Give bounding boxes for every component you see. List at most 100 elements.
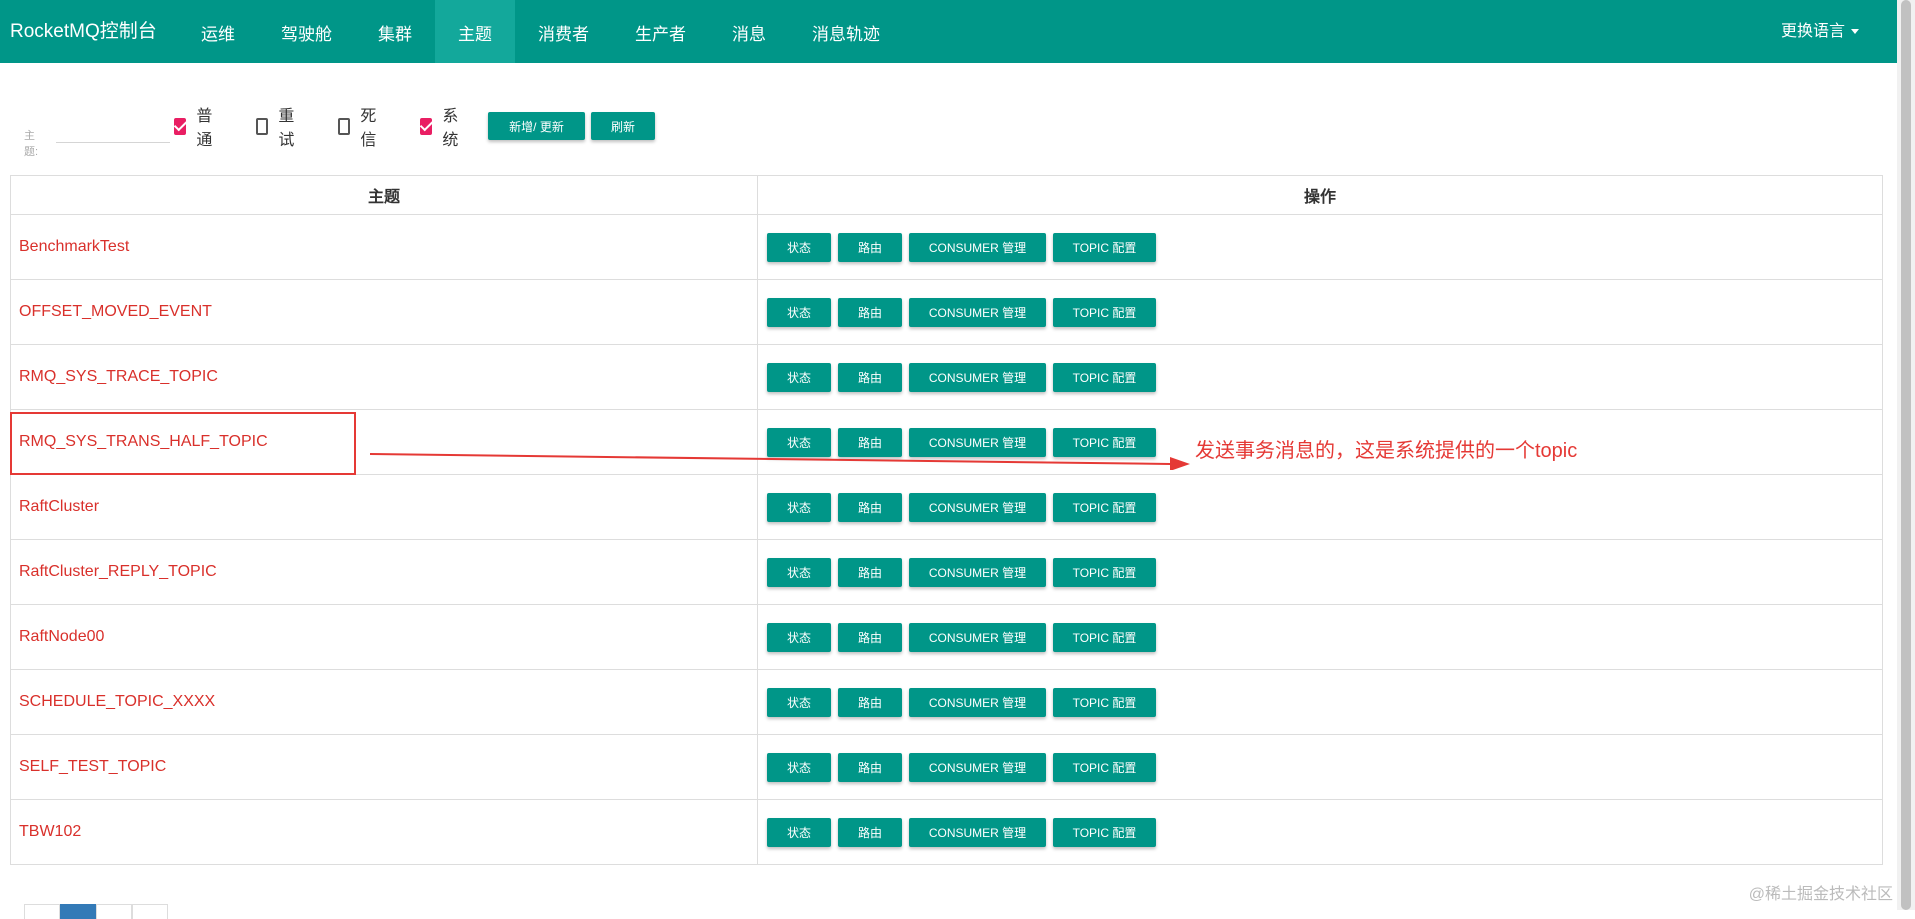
operation-buttons: 状态 路由 CONSUMER 管理 TOPIC 配置 xyxy=(758,752,1882,782)
consumer-manage-button[interactable]: CONSUMER 管理 xyxy=(909,687,1046,717)
topic-config-button[interactable]: TOPIC 配置 xyxy=(1053,622,1156,652)
topic-name-link[interactable]: SELF_TEST_TOPIC xyxy=(10,734,758,800)
nav-item[interactable]: 消息轨迹 xyxy=(789,0,903,63)
topic-name-link[interactable]: RMQ_SYS_TRACE_TOPIC xyxy=(10,344,758,410)
topic-config-button[interactable]: TOPIC 配置 xyxy=(1053,297,1156,327)
operation-column-header: 操作 xyxy=(757,175,1883,215)
status-button[interactable]: 状态 xyxy=(767,297,831,327)
checkbox-retry[interactable]: 重试 xyxy=(256,108,299,149)
topic-name-link[interactable]: RaftNode00 xyxy=(10,604,758,670)
checkbox-system[interactable]: 系统 xyxy=(420,108,463,149)
consumer-manage-button[interactable]: CONSUMER 管理 xyxy=(909,752,1046,782)
topic-filter-label: 主题: xyxy=(24,130,39,158)
topic-config-button[interactable]: TOPIC 配置 xyxy=(1053,752,1156,782)
scrollbar-thumb[interactable] xyxy=(1901,0,1911,910)
table-row: SCHEDULE_TOPIC_XXXX 状态 路由 CONSUMER 管理 TOPIC … xyxy=(10,669,1883,735)
status-button[interactable]: 状态 xyxy=(767,557,831,587)
topic-config-button[interactable]: TOPIC 配置 xyxy=(1053,557,1156,587)
operations-cell: 状态 路由 CONSUMER 管理 TOPIC 配置 xyxy=(757,214,1883,280)
checkbox-normal-box[interactable] xyxy=(174,117,187,135)
status-button[interactable]: 状态 xyxy=(767,492,831,522)
topic-name-link[interactable]: RaftCluster_REPLY_TOPIC xyxy=(10,539,758,605)
checkbox-system-label: 系统 xyxy=(442,108,459,149)
topic-name-link[interactable]: BenchmarkTest xyxy=(10,214,758,280)
nav-item[interactable]: 集群 xyxy=(355,0,435,63)
language-dropdown[interactable]: 更换语言 xyxy=(1781,0,1859,63)
route-button[interactable]: 路由 xyxy=(838,687,902,717)
vertical-scrollbar[interactable] xyxy=(1897,0,1915,910)
checkbox-dlq-box[interactable] xyxy=(338,117,351,135)
pagination-page[interactable] xyxy=(96,904,132,919)
route-button[interactable]: 路由 xyxy=(838,362,902,392)
table-row: RaftNode00 状态 路由 CONSUMER 管理 TOPIC 配置 xyxy=(10,604,1883,670)
checkbox-retry-box[interactable] xyxy=(256,117,269,135)
status-button[interactable]: 状态 xyxy=(767,687,831,717)
route-button[interactable]: 路由 xyxy=(838,557,902,587)
route-button[interactable]: 路由 xyxy=(838,232,902,262)
consumer-manage-button[interactable]: CONSUMER 管理 xyxy=(909,492,1046,522)
route-button[interactable]: 路由 xyxy=(838,752,902,782)
checkbox-system-box[interactable] xyxy=(420,117,433,135)
nav-item[interactable]: 运维 xyxy=(178,0,258,63)
operations-cell: 状态 路由 CONSUMER 管理 TOPIC 配置 xyxy=(757,539,1883,605)
table-row: RMQ_SYS_TRACE_TOPIC 状态 路由 CONSUMER 管理 TOPIC … xyxy=(10,344,1883,410)
consumer-manage-button[interactable]: CONSUMER 管理 xyxy=(909,362,1046,392)
status-button[interactable]: 状态 xyxy=(767,362,831,392)
nav-item[interactable]: 生产者 xyxy=(612,0,709,63)
topic-name-link[interactable]: RaftCluster xyxy=(10,474,758,540)
checkbox-normal-label: 普通 xyxy=(196,108,213,149)
status-button[interactable]: 状态 xyxy=(767,752,831,782)
table-header-row: 主题 操作 xyxy=(10,175,1883,215)
language-label: 更换语言 xyxy=(1780,23,1845,40)
status-button[interactable]: 状态 xyxy=(767,232,831,262)
add-update-button[interactable]: 新增/ 更新 xyxy=(488,112,585,140)
checkbox-normal[interactable]: 普通 xyxy=(174,108,217,149)
annotation-arrow-icon xyxy=(370,453,1190,470)
table-row: RaftCluster_REPLY_TOPIC 状态 路由 CONSUMER 管理 TO… xyxy=(10,539,1883,605)
operations-cell: 状态 路由 CONSUMER 管理 TOPIC 配置 xyxy=(757,344,1883,410)
consumer-manage-button[interactable]: CONSUMER 管理 xyxy=(909,557,1046,587)
table-row: BenchmarkTest 状态 路由 CONSUMER 管理 TOPIC 配置 xyxy=(10,214,1883,280)
refresh-button[interactable]: 刷新 xyxy=(591,112,655,140)
topic-table: 主题 操作 BenchmarkTest 状态 路由 CONSUMER 管理 TOPIC … xyxy=(10,175,1883,865)
status-button[interactable]: 状态 xyxy=(767,622,831,652)
nav-item[interactable]: 消息 xyxy=(709,0,789,63)
topic-filter-input[interactable] xyxy=(56,116,170,143)
nav-item[interactable]: 主题 xyxy=(435,0,515,63)
topic-name-link[interactable]: SCHEDULE_TOPIC_XXXX xyxy=(10,669,758,735)
status-button[interactable]: 状态 xyxy=(767,817,831,847)
top-navbar: RocketMQ控制台 运维 驾驶舱 集群 主题 消费者 生产者 消息 消息轨迹 更换语言 xyxy=(0,0,1897,63)
checkbox-retry-label: 重试 xyxy=(278,108,295,149)
topic-name-link[interactable]: OFFSET_MOVED_EVENT xyxy=(10,279,758,345)
nav-item[interactable]: 驾驶舱 xyxy=(258,0,355,63)
highlight-box xyxy=(10,412,356,475)
topic-name-link[interactable]: TBW102 xyxy=(10,799,758,865)
caret-down-icon xyxy=(1851,29,1859,35)
operation-buttons: 状态 路由 CONSUMER 管理 TOPIC 配置 xyxy=(758,232,1882,262)
topic-config-button[interactable]: TOPIC 配置 xyxy=(1053,817,1156,847)
topic-config-button[interactable]: TOPIC 配置 xyxy=(1053,687,1156,717)
topic-config-button[interactable]: TOPIC 配置 xyxy=(1053,492,1156,522)
brand-title[interactable]: RocketMQ控制台 xyxy=(10,0,157,63)
route-button[interactable]: 路由 xyxy=(838,492,902,522)
watermark: @稀土掘金技术社区 xyxy=(1748,886,1893,903)
topic-config-button[interactable]: TOPIC 配置 xyxy=(1053,362,1156,392)
consumer-manage-button[interactable]: CONSUMER 管理 xyxy=(909,297,1046,327)
consumer-manage-button[interactable]: CONSUMER 管理 xyxy=(909,232,1046,262)
pagination-next[interactable] xyxy=(132,904,168,919)
table-row: SELF_TEST_TOPIC 状态 路由 CONSUMER 管理 TOPIC 配置 xyxy=(10,734,1883,800)
operation-buttons: 状态 路由 CONSUMER 管理 TOPIC 配置 xyxy=(758,492,1882,522)
operations-cell: 状态 路由 CONSUMER 管理 TOPIC 配置 xyxy=(757,279,1883,345)
nav-item[interactable]: 消费者 xyxy=(515,0,612,63)
consumer-manage-button[interactable]: CONSUMER 管理 xyxy=(909,622,1046,652)
checkbox-dlq[interactable]: 死信 xyxy=(338,108,381,149)
route-button[interactable]: 路由 xyxy=(838,297,902,327)
consumer-manage-button[interactable]: CONSUMER 管理 xyxy=(909,817,1046,847)
pagination-page-current[interactable] xyxy=(60,904,96,919)
operations-cell: 状态 路由 CONSUMER 管理 TOPIC 配置 xyxy=(757,474,1883,540)
route-button[interactable]: 路由 xyxy=(838,622,902,652)
route-button[interactable]: 路由 xyxy=(838,817,902,847)
table-row: TBW102 状态 路由 CONSUMER 管理 TOPIC 配置 xyxy=(10,799,1883,865)
pagination-prev[interactable] xyxy=(24,904,60,919)
topic-config-button[interactable]: TOPIC 配置 xyxy=(1053,232,1156,262)
